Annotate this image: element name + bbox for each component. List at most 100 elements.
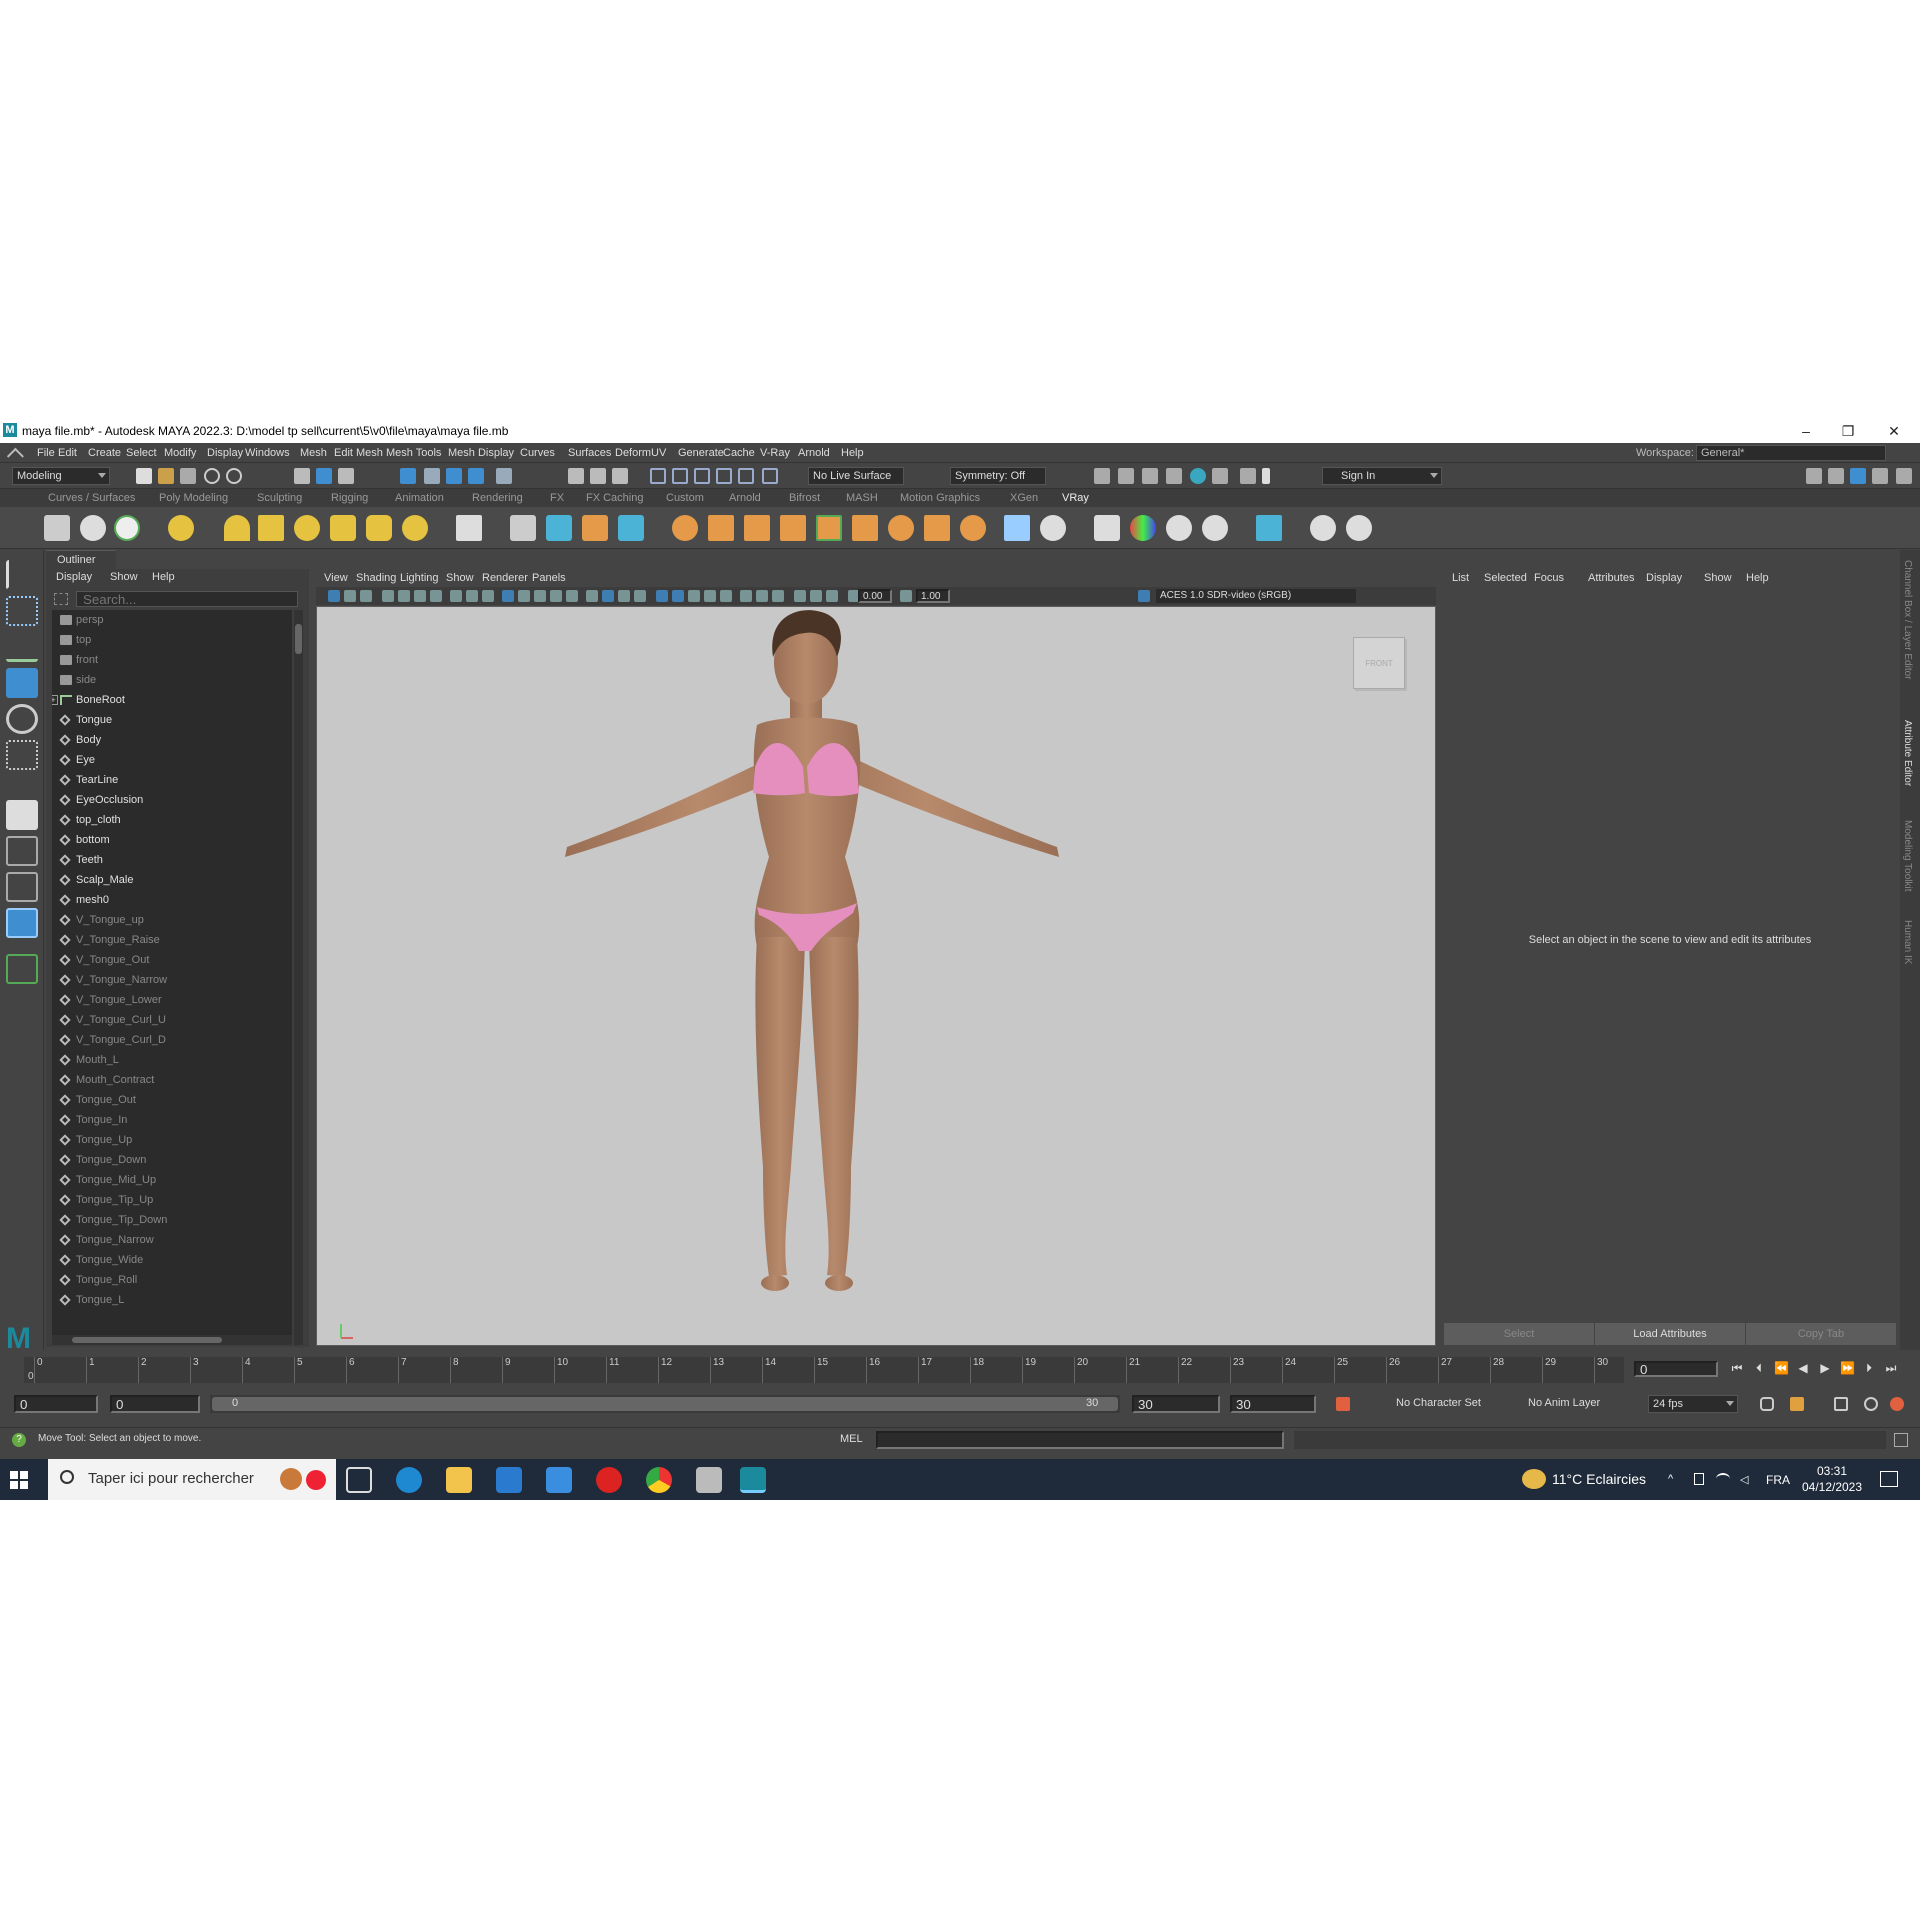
battery-icon[interactable] [1694, 1473, 1704, 1485]
expand-icon[interactable]: + [52, 695, 58, 705]
outliner-item[interactable]: side [52, 670, 292, 690]
safe-title-icon[interactable] [550, 590, 562, 602]
ipr-render-icon[interactable] [1142, 468, 1158, 484]
sphere-light-icon[interactable] [294, 515, 320, 541]
antialiasing-icon[interactable] [740, 590, 752, 602]
shelf-tab-sculpting[interactable]: Sculpting [257, 492, 302, 504]
view-transform-icon[interactable] [826, 590, 838, 602]
proxy-export-icon[interactable] [546, 515, 572, 541]
shelf-tab-mash[interactable]: MASH [846, 492, 878, 504]
motion-blur-icon[interactable] [720, 590, 732, 602]
snap-grid-icon[interactable] [400, 468, 416, 484]
outliner-item[interactable]: Mouth_L [52, 1050, 292, 1070]
language-indicator[interactable]: FRA [1766, 1473, 1790, 1487]
outliner-item[interactable]: top [52, 630, 292, 650]
task-view-icon[interactable] [346, 1467, 372, 1493]
outliner-item[interactable]: V_Tongue_Narrow [52, 970, 292, 990]
windows-start-icon[interactable] [10, 1471, 28, 1489]
ae-menu-selected[interactable]: Selected [1484, 572, 1527, 584]
bake-icon[interactable] [1094, 515, 1120, 541]
shelf-tab-motion-graphics[interactable]: Motion Graphics [900, 492, 980, 504]
playback-end-input[interactable] [1132, 1395, 1220, 1413]
outliner-item[interactable]: V_Tongue_Lower [52, 990, 292, 1010]
single-view-icon[interactable] [6, 800, 38, 830]
mesh-light-icon[interactable] [330, 515, 356, 541]
camera-select-icon[interactable] [762, 468, 778, 484]
view-cube[interactable]: FRONT [1353, 637, 1405, 689]
outliner-item[interactable]: + BoneRoot [52, 690, 292, 710]
gate-mask-icon[interactable] [502, 590, 514, 602]
vray-logo-icon[interactable] [1346, 515, 1372, 541]
play-backwards-icon[interactable]: ◀ [1796, 1361, 1810, 1375]
rect-light-icon[interactable] [258, 515, 284, 541]
ae-menu-display[interactable]: Display [1646, 572, 1682, 584]
vray-plane-icon[interactable] [456, 515, 482, 541]
menu-file[interactable]: File [37, 447, 55, 459]
shelf-tab-curves-surfaces[interactable]: Curves / Surfaces [48, 492, 135, 504]
outliner-menu-display[interactable]: Display [56, 571, 92, 583]
command-input[interactable] [876, 1431, 1284, 1449]
chevron-up-icon[interactable]: ^ [1668, 1473, 1673, 1485]
shadows-icon[interactable] [634, 590, 646, 602]
ae-menu-attributes[interactable]: Attributes [1588, 572, 1634, 584]
render-view-icon[interactable] [1212, 468, 1228, 484]
notifications-icon[interactable] [1880, 1471, 1898, 1487]
new-scene-icon[interactable] [136, 468, 152, 484]
tool-settings-icon[interactable] [1872, 468, 1888, 484]
render-elements-icon[interactable] [1166, 515, 1192, 541]
exposure-input[interactable] [858, 589, 892, 603]
maya-taskbar-icon[interactable] [740, 1467, 766, 1493]
close-button[interactable]: ✕ [1874, 421, 1914, 441]
grease-pencil-icon[interactable] [414, 590, 426, 602]
textured-icon[interactable] [602, 590, 614, 602]
time-slider[interactable]: 0 1 2 3 4 5 6 7 8 9 10 11 12 13 14 15 16 17 18 19 20 21 22 23 24… [0, 1351, 1920, 1389]
menu-windows[interactable]: Windows [245, 447, 290, 459]
auto-key-icon[interactable] [1336, 1397, 1350, 1411]
render-sequence-icon[interactable] [1118, 468, 1134, 484]
color-management-icon[interactable] [1138, 590, 1150, 602]
outliner-horizontal-scrollbar[interactable] [52, 1335, 292, 1345]
ae-menu-focus[interactable]: Focus [1534, 572, 1564, 584]
decal-icon[interactable] [708, 515, 734, 541]
lasso-icon[interactable] [650, 468, 666, 484]
palette-icon[interactable] [1202, 515, 1228, 541]
wireframe-icon[interactable] [566, 590, 578, 602]
outliner-item[interactable]: Scalp_Male [52, 870, 292, 890]
menu-curves[interactable]: Curves [520, 447, 555, 459]
restore-button[interactable]: ❐ [1828, 421, 1868, 441]
menu-create[interactable]: Create [88, 447, 121, 459]
smooth-shade-icon[interactable] [586, 590, 598, 602]
outliner-item[interactable]: mesh0 [52, 890, 292, 910]
channel-box-icon[interactable] [1896, 468, 1912, 484]
script-editor-icon[interactable] [1894, 1433, 1908, 1447]
2d-pan-zoom-icon[interactable] [398, 590, 410, 602]
lasso-tool-icon[interactable] [6, 596, 38, 626]
shelf-tab-custom[interactable]: Custom [666, 492, 704, 504]
outliner-item[interactable]: Tongue_Up [52, 1130, 292, 1150]
attribute-editor-toggle-icon[interactable] [1850, 468, 1866, 484]
scene-start-input[interactable] [14, 1395, 98, 1413]
vray-render-icon[interactable] [114, 515, 140, 541]
clipper-icon[interactable] [780, 515, 806, 541]
character-controls-icon[interactable] [1828, 468, 1844, 484]
save-scene-icon[interactable] [180, 468, 196, 484]
outliner-item[interactable]: V_Tongue_up [52, 910, 292, 930]
reflection-icon[interactable] [738, 468, 754, 484]
outliner-item[interactable]: top_cloth [52, 810, 292, 830]
timeline-track[interactable]: 0 1 2 3 4 5 6 7 8 9 10 11 12 13 14 15 16 17 18 19 20 21 22 23 24… [24, 1357, 1624, 1383]
step-back-frame-icon[interactable]: ⏪ [1774, 1361, 1789, 1375]
outliner-item[interactable]: Tongue_Down [52, 1150, 292, 1170]
grid-toggle-icon[interactable] [450, 590, 462, 602]
camera-attributes-icon[interactable] [344, 590, 356, 602]
current-frame-input[interactable] [1634, 1361, 1718, 1377]
snap-curve-icon[interactable] [424, 468, 440, 484]
color-picker-icon[interactable] [1130, 515, 1156, 541]
displacement-icon[interactable] [852, 515, 878, 541]
menu-help[interactable]: Help [841, 447, 864, 459]
outliner-item[interactable]: Tongue_Roll [52, 1270, 292, 1290]
four-view-icon[interactable] [6, 836, 38, 866]
playback-start-input[interactable] [110, 1395, 200, 1413]
safe-action-icon[interactable] [534, 590, 546, 602]
playback-speed-icon[interactable] [1864, 1397, 1878, 1411]
go-to-end-icon[interactable]: ⏭ [1884, 1361, 1898, 1375]
